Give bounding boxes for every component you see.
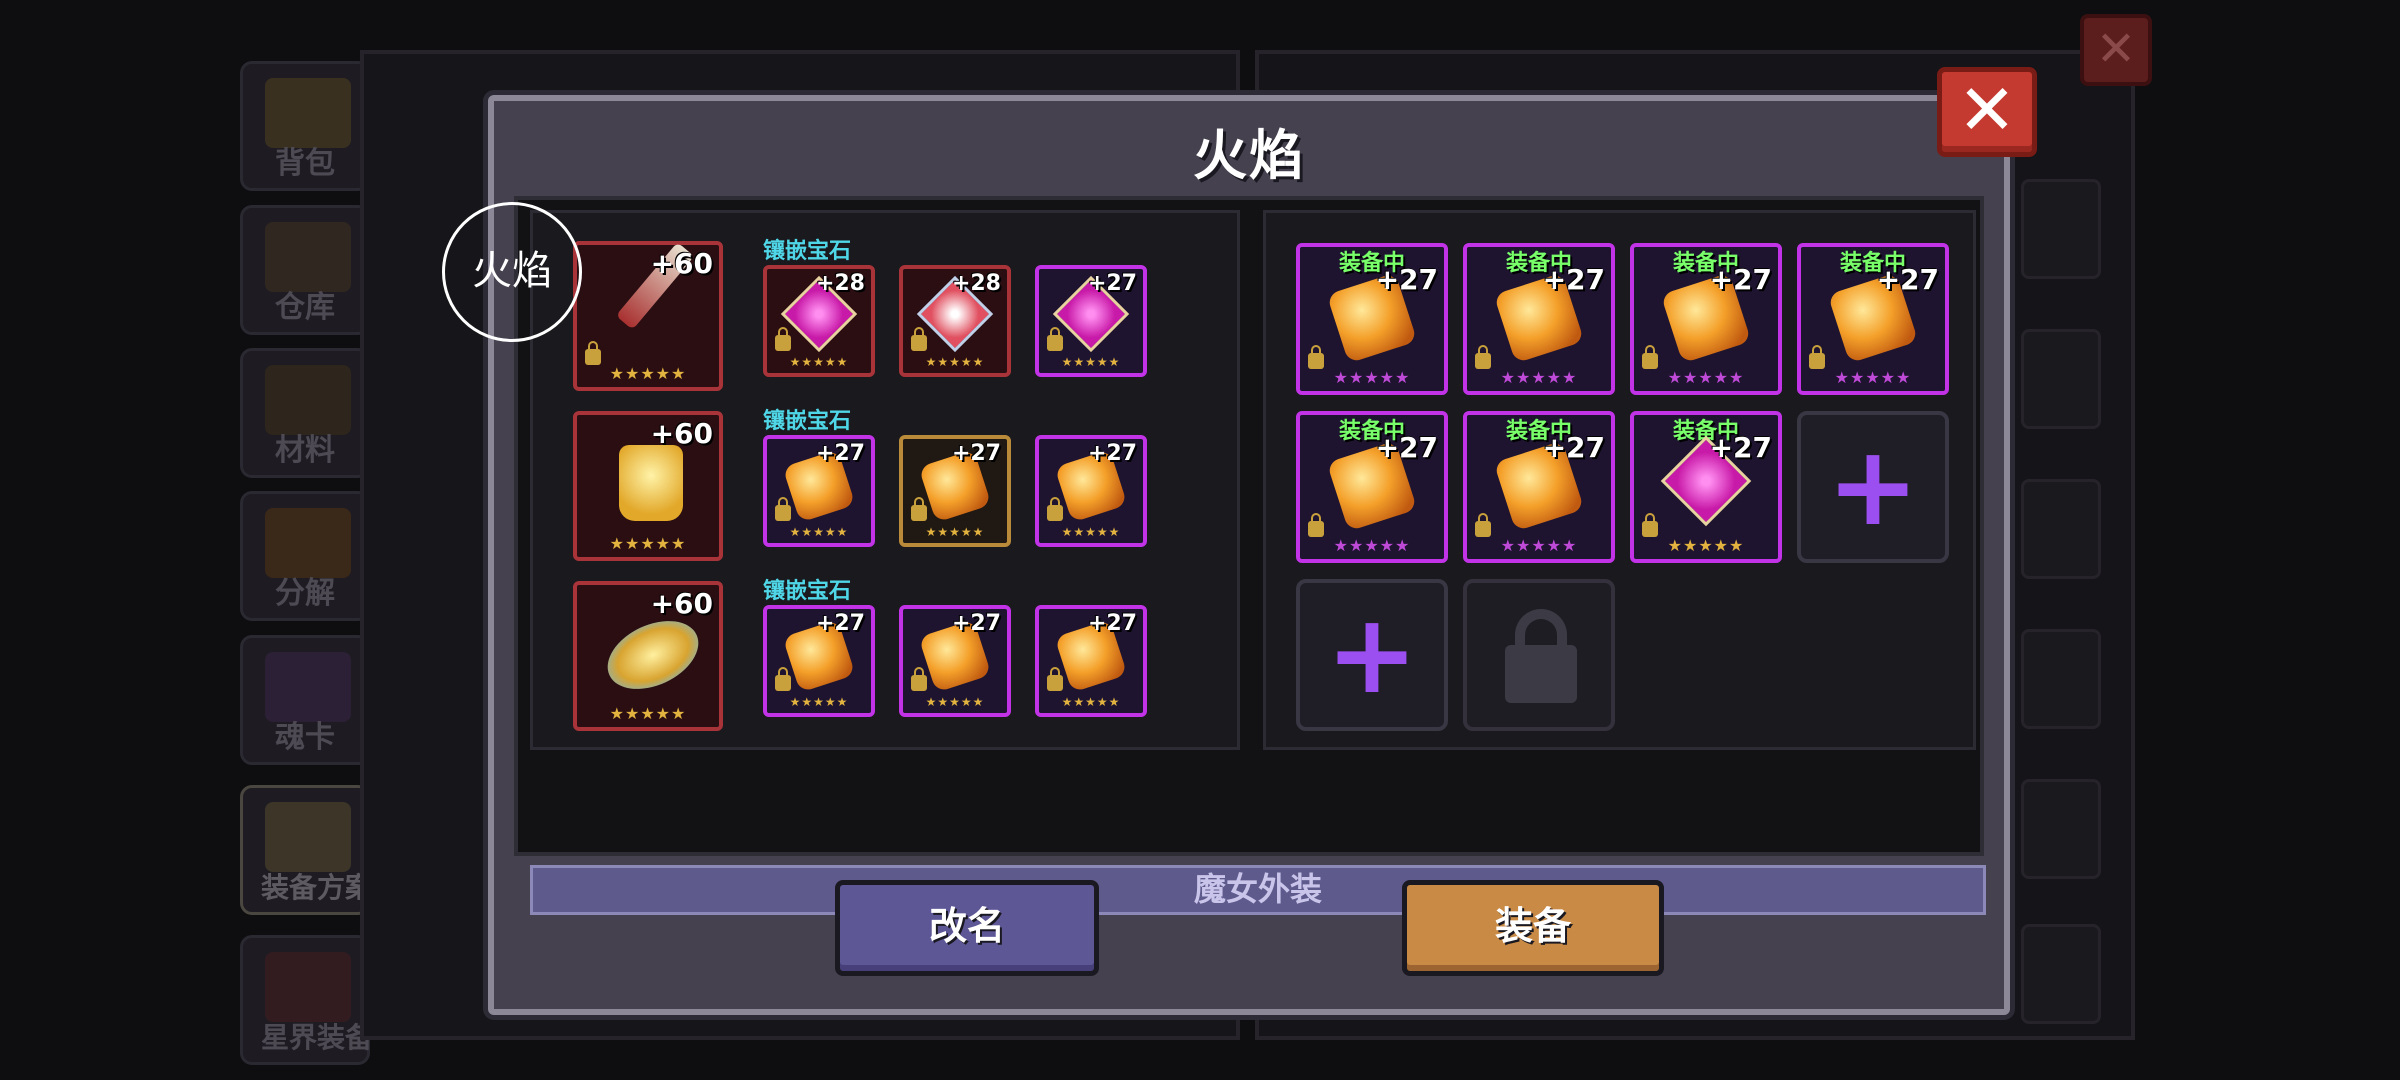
lock-icon — [775, 497, 791, 521]
locked-slot — [1463, 579, 1615, 731]
add-item-button[interactable]: + — [1797, 411, 1949, 563]
inventory-panel: 装备中 +27 ★★★★★ 装备中 +27 ★★★★★ 装备中 +27 ★★★★… — [1263, 210, 1976, 750]
equipped-scroll-slot[interactable]: 装备中 +27 ★★★★★ — [1296, 243, 1448, 395]
equipment-panel: +60 ★★★★★ 镶嵌宝石 +28 ★★★★★ +28 ★★★★★ +27 ★… — [530, 210, 1240, 750]
background-sidebar: 背包 仓库 材料 分解 魂卡 装备方案 星界装备 — [240, 55, 380, 1065]
sidebar-item-materials[interactable]: 材料 — [240, 348, 370, 478]
lock-icon — [1308, 345, 1324, 369]
astral-equip-icon — [265, 952, 351, 1022]
scroll-slot[interactable]: +27 ★★★★★ — [1035, 435, 1147, 547]
sidebar-item-decompose[interactable]: 分解 — [240, 491, 370, 621]
background-slot — [2021, 924, 2101, 1024]
equipped-scroll-slot[interactable]: 装备中 +27 ★★★★★ — [1463, 411, 1615, 563]
gem-slot[interactable]: +28 ★★★★★ — [763, 265, 875, 377]
equip-button[interactable]: 装备 — [1402, 880, 1664, 976]
lock-icon — [1308, 513, 1324, 537]
gem-slot[interactable]: +28 ★★★★★ — [899, 265, 1011, 377]
lock-icon — [775, 327, 791, 351]
tooltip-overlay: 火焰 — [442, 202, 582, 342]
equipped-gem-slot[interactable]: 装备中 +27 ★★★★★ — [1630, 411, 1782, 563]
sidebar-item-soul-card[interactable]: 魂卡 — [240, 635, 370, 765]
lock-icon — [585, 341, 601, 365]
armor-slot[interactable]: +60 ★★★★★ — [573, 581, 723, 731]
close-button[interactable]: ✕ — [1937, 67, 2037, 157]
helmet-slot[interactable]: +60 ★★★★★ — [573, 411, 723, 561]
gem-label: 镶嵌宝石 — [763, 409, 852, 434]
lock-icon — [911, 497, 927, 521]
lock-icon — [775, 667, 791, 691]
background-slot — [2021, 479, 2101, 579]
rename-button[interactable]: 改名 — [835, 880, 1099, 976]
lock-icon — [911, 667, 927, 691]
gem-label: 镶嵌宝石 — [763, 239, 852, 264]
gem-label: 镶嵌宝石 — [763, 579, 852, 604]
outfit-label[interactable]: 魔女外装 — [530, 865, 1986, 915]
crown-icon — [619, 445, 683, 521]
scroll-slot[interactable]: +27 ★★★★★ — [899, 435, 1011, 547]
scroll-slot[interactable]: +27 ★★★★★ — [763, 435, 875, 547]
lock-icon — [1047, 667, 1063, 691]
lock-icon — [1047, 497, 1063, 521]
background-slot — [2021, 779, 2101, 879]
lock-icon — [1047, 327, 1063, 351]
lock-icon — [1475, 345, 1491, 369]
equipment-plan-modal: 火焰 +60 ★★★★★ 镶嵌宝石 +28 ★★★★★ +28 ★★★★★ +2… — [488, 95, 2010, 1015]
sidebar-item-astral-equip[interactable]: 星界装备 — [240, 935, 373, 1065]
equip-plan-icon — [265, 802, 351, 872]
background-slot — [2021, 629, 2101, 729]
lock-icon — [1642, 513, 1658, 537]
equipped-scroll-slot[interactable]: 装备中 +27 ★★★★★ — [1463, 243, 1615, 395]
lock-icon — [911, 327, 927, 351]
sidebar-item-warehouse[interactable]: 仓库 — [240, 205, 370, 335]
sidebar-item-backpack[interactable]: 背包 — [240, 61, 370, 191]
scroll-slot[interactable]: +27 ★★★★★ — [899, 605, 1011, 717]
gem-slot[interactable]: +27 ★★★★★ — [1035, 265, 1147, 377]
weapon-slot[interactable]: +60 ★★★★★ — [573, 241, 723, 391]
scroll-slot[interactable]: +27 ★★★★★ — [1035, 605, 1147, 717]
scroll-slot[interactable]: +27 ★★★★★ — [763, 605, 875, 717]
equipped-scroll-slot[interactable]: 装备中 +27 ★★★★★ — [1797, 243, 1949, 395]
background-slot — [2021, 179, 2101, 279]
armor-icon — [596, 607, 710, 703]
background-slot — [2021, 329, 2101, 429]
lock-icon — [1642, 345, 1658, 369]
add-item-button[interactable]: + — [1296, 579, 1448, 731]
equipped-scroll-slot[interactable]: 装备中 +27 ★★★★★ — [1296, 411, 1448, 563]
equipped-scroll-slot[interactable]: 装备中 +27 ★★★★★ — [1630, 243, 1782, 395]
sidebar-item-equip-plan[interactable]: 装备方案 — [240, 785, 373, 915]
modal-title: 火焰 — [1193, 124, 1305, 187]
lock-icon — [1475, 513, 1491, 537]
lock-icon — [1809, 345, 1825, 369]
modal-content: +60 ★★★★★ 镶嵌宝石 +28 ★★★★★ +28 ★★★★★ +27 ★… — [514, 196, 1986, 915]
background-close-button[interactable]: ✕ — [2080, 14, 2152, 86]
